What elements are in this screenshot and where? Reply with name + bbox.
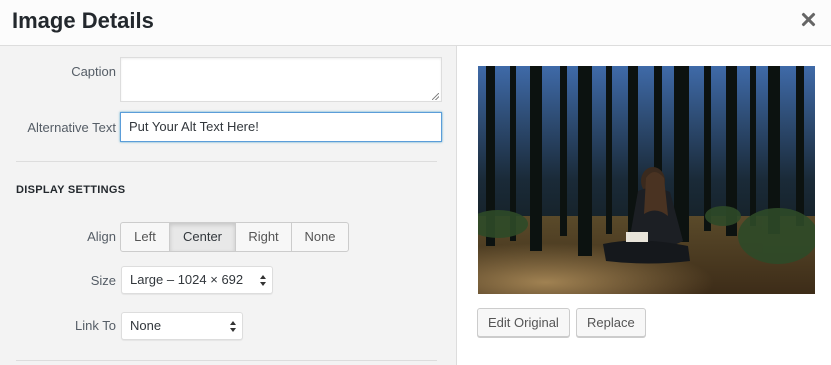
align-button-group: Left Center Right None [120,222,349,252]
size-select-value: Large – 1024 × 692 [130,272,244,287]
select-arrows-icon [260,275,267,286]
alt-text-input[interactable]: Put Your Alt Text Here! [120,112,442,142]
close-icon[interactable] [801,12,815,26]
settings-panel: Caption Alternative Text Put Your Alt Te… [0,46,457,365]
align-right-button[interactable]: Right [236,223,292,251]
link-to-label: Link To [75,318,116,333]
align-label: Align [87,229,116,244]
align-none-button[interactable]: None [292,223,348,251]
preview-panel: Edit Original Replace [458,46,831,365]
modal-header: Image Details [0,0,831,46]
alt-text-label: Alternative Text [27,120,116,135]
modal-title: Image Details [12,8,154,33]
caption-textarea[interactable] [120,57,442,102]
align-left-button[interactable]: Left [121,223,170,251]
display-settings-heading: DISPLAY SETTINGS [16,184,126,196]
resize-handle-icon[interactable] [432,93,439,100]
size-label: Size [90,273,116,288]
caption-label: Caption [71,64,116,79]
align-center-button[interactable]: Center [170,223,236,251]
link-to-select[interactable]: None [121,312,243,340]
link-to-select-value: None [130,318,162,333]
select-arrows-icon [230,321,237,332]
size-select[interactable]: Large – 1024 × 692 [121,266,273,294]
edit-original-button[interactable]: Edit Original [477,308,570,337]
divider [16,161,437,162]
divider [16,360,437,361]
replace-button[interactable]: Replace [576,308,646,337]
image-preview [478,66,815,294]
